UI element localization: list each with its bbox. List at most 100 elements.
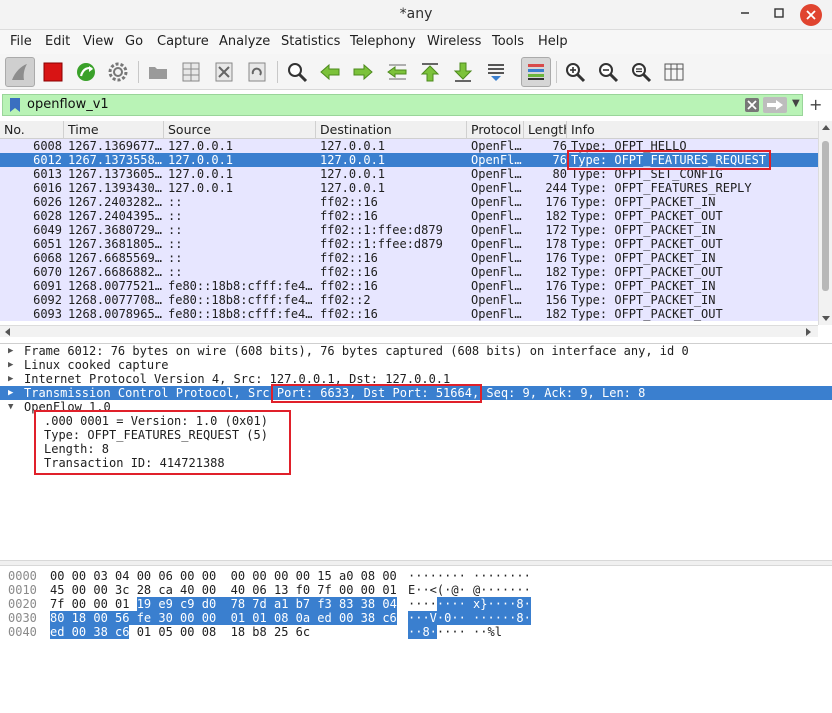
bytes-hex[interactable]: ed 00 38 c6 01 05 00 08 18 b8 25 6c [50,625,310,639]
menu-statistics[interactable]: Statistics [281,34,340,49]
menu-view[interactable]: View [83,34,114,49]
bytes-ascii[interactable]: ··8····· ··%l [408,625,502,639]
go-to-packet-button[interactable] [384,59,410,85]
packet-row[interactable]: 6008 1267.1369677… 127.0.0.1 127.0.0.1 OpenF… [0,139,818,153]
packet-row[interactable]: 6049 1267.3680729…:: ff02::1:ffee:d879 Open… [0,223,818,237]
packet-row[interactable]: 6051 1267.3681805…:: ff02::1:ffee:d879 Open… [0,237,818,251]
menu-wireless[interactable]: Wireless [427,34,481,49]
resize-columns-button[interactable] [661,59,687,85]
menu-tools[interactable]: Tools [492,34,524,49]
cell-length: 76 [552,153,567,167]
cell-source: 127.0.0.1 [168,167,234,181]
pane-splitter[interactable] [0,560,832,566]
first-packet-button[interactable] [417,59,443,85]
menu-capture[interactable]: Capture [157,34,209,49]
clear-filter-button[interactable] [745,98,759,112]
scroll-up-icon[interactable] [819,121,832,135]
packet-row[interactable]: 6091 1268.0077521… fe80::18b8:cfff:fe4… ff0… [0,279,818,293]
bytes-offset: 0000 [8,569,37,583]
go-back-button[interactable] [317,59,343,85]
go-forward-button[interactable] [350,59,376,85]
auto-scroll-button[interactable] [483,59,509,85]
packet-row[interactable]: 6028 1267.2404395…:: ff02::16 OpenFl… 182 Typ… [0,209,818,223]
filter-history-dropdown-icon[interactable]: ▼ [792,98,800,109]
close-file-button[interactable] [211,59,237,85]
bytes-hex[interactable]: 7f 00 00 01 19 e9 c9 d0 78 7d a1 b7 f3 8… [50,597,397,611]
column-protocol[interactable]: Protocol [467,121,524,139]
openflow-field[interactable]: Length: 8 [0,442,832,456]
open-file-button[interactable] [145,59,171,85]
expand-arrow-icon[interactable]: ▶ [8,358,13,372]
column-destination[interactable]: Destination [316,121,467,139]
bytes-hex[interactable]: 80 18 00 56 fe 30 00 00 01 01 08 0a ed 0… [50,611,397,625]
display-filter-input[interactable]: openflow_v1 ▼ [2,94,803,116]
menu-help[interactable]: Help [538,34,568,49]
stop-capture-button[interactable] [40,59,66,85]
tree-item-linux-cooked[interactable]: ▶ Linux cooked capture [0,358,832,372]
menu-edit[interactable]: Edit [45,34,70,49]
packet-row[interactable]: 6093 1268.0078965… fe80::18b8:cfff:fe4… ff0… [0,307,818,321]
bytes-hex[interactable]: 45 00 00 3c 28 ca 40 00 40 06 13 f0 7f 0… [50,583,397,597]
packet-row[interactable]: 6016 1267.1393430… 127.0.0.1 127.0.0.1 OpenF… [0,181,818,195]
menu-analyze[interactable]: Analyze [219,34,270,49]
stop-icon [43,62,63,82]
tree-item-frame[interactable]: ▶ Frame 6012: 76 bytes on wire (608 bits… [0,344,832,358]
packet-list-vertical-scrollbar[interactable] [818,121,832,325]
column-no[interactable]: No. [0,121,64,139]
apply-filter-arrow-icon[interactable] [763,97,787,113]
packet-list-body: 6008 1267.1369677… 127.0.0.1 127.0.0.1 OpenF… [0,139,818,325]
packet-row[interactable]: 6012 1267.1373558… 127.0.0.1 127.0.0.1 OpenF… [0,153,818,167]
close-button[interactable] [800,4,822,26]
openflow-field[interactable]: .000 0001 = Version: 1.0 (0x01) [0,414,832,428]
expand-arrow-icon[interactable]: ▶ [8,372,13,386]
save-file-button[interactable] [178,59,204,85]
reload-file-button[interactable] [244,59,270,85]
add-filter-button-icon[interactable]: + [809,95,822,114]
bytes-hex[interactable]: 00 00 03 04 00 06 00 00 00 00 00 00 15 a… [50,569,397,583]
menu-telephony[interactable]: Telephony [350,34,416,49]
menu-bar: File Edit View Go Capture Analyze Statis… [0,30,832,54]
packet-list-horizontal-scrollbar[interactable] [0,325,818,337]
collapse-arrow-icon[interactable]: ▼ [8,400,13,414]
normal-size-button[interactable] [628,59,654,85]
packet-row[interactable]: 6013 1267.1373605… 127.0.0.1 127.0.0.1 OpenF… [0,167,818,181]
capture-options-button[interactable] [105,59,131,85]
column-info[interactable]: Info [567,121,818,139]
column-time[interactable]: Time [64,121,164,139]
folder-icon [149,67,167,79]
packet-row[interactable]: 6068 1267.6685569…:: ff02::16 OpenFl… 176 Typ… [0,251,818,265]
scroll-thumb[interactable] [822,141,829,291]
bookmark-icon[interactable] [9,98,21,112]
expand-arrow-icon[interactable]: ▶ [8,344,13,358]
scroll-down-icon[interactable] [819,311,832,325]
colorize-button[interactable] [521,57,551,87]
packet-row[interactable]: 6026 1267.2403282…:: ff02::16 OpenFl… 176 Typ… [0,195,818,209]
expand-arrow-icon[interactable]: ▶ [8,386,13,400]
openflow-field[interactable]: Type: OFPT_FEATURES_REQUEST (5) [0,428,832,442]
tree-item-ipv4[interactable]: ▶ Internet Protocol Version 4, Src: 127.… [0,372,832,386]
column-source[interactable]: Source [164,121,316,139]
scroll-right-icon[interactable] [802,326,814,338]
scroll-left-icon[interactable] [2,326,14,338]
menu-file[interactable]: File [10,34,32,49]
bytes-ascii[interactable]: ···V·0·· ······8· [408,611,531,625]
tree-item-tcp[interactable]: ▶ Transmission Control Protocol, Src Por… [0,386,832,400]
minimize-button[interactable] [734,4,756,26]
packet-row[interactable]: 6092 1268.0077708… fe80::18b8:cfff:fe4… ff0… [0,293,818,307]
packet-row[interactable]: 6070 1267.6686882…:: ff02::16 OpenFl… 182 Typ… [0,265,818,279]
cell-destination: ff02::2 [320,293,371,307]
maximize-button[interactable] [768,4,790,26]
menu-go[interactable]: Go [125,34,143,49]
column-length[interactable]: Length [524,121,567,139]
zoom-in-button[interactable] [562,59,588,85]
zoom-out-button[interactable] [595,59,621,85]
start-capture-button[interactable] [5,57,35,87]
restart-capture-button[interactable] [73,59,99,85]
bytes-ascii[interactable]: E··<(·@· @······· [408,583,531,597]
last-packet-button[interactable] [450,59,476,85]
find-packet-button[interactable] [284,59,310,85]
bytes-ascii[interactable]: ········ ········ [408,569,531,583]
bytes-ascii[interactable]: ········ x}····8· [408,597,531,611]
openflow-field[interactable]: Transaction ID: 414721388 [0,456,832,470]
tree-item-openflow[interactable]: ▼ OpenFlow 1.0 [0,400,832,414]
